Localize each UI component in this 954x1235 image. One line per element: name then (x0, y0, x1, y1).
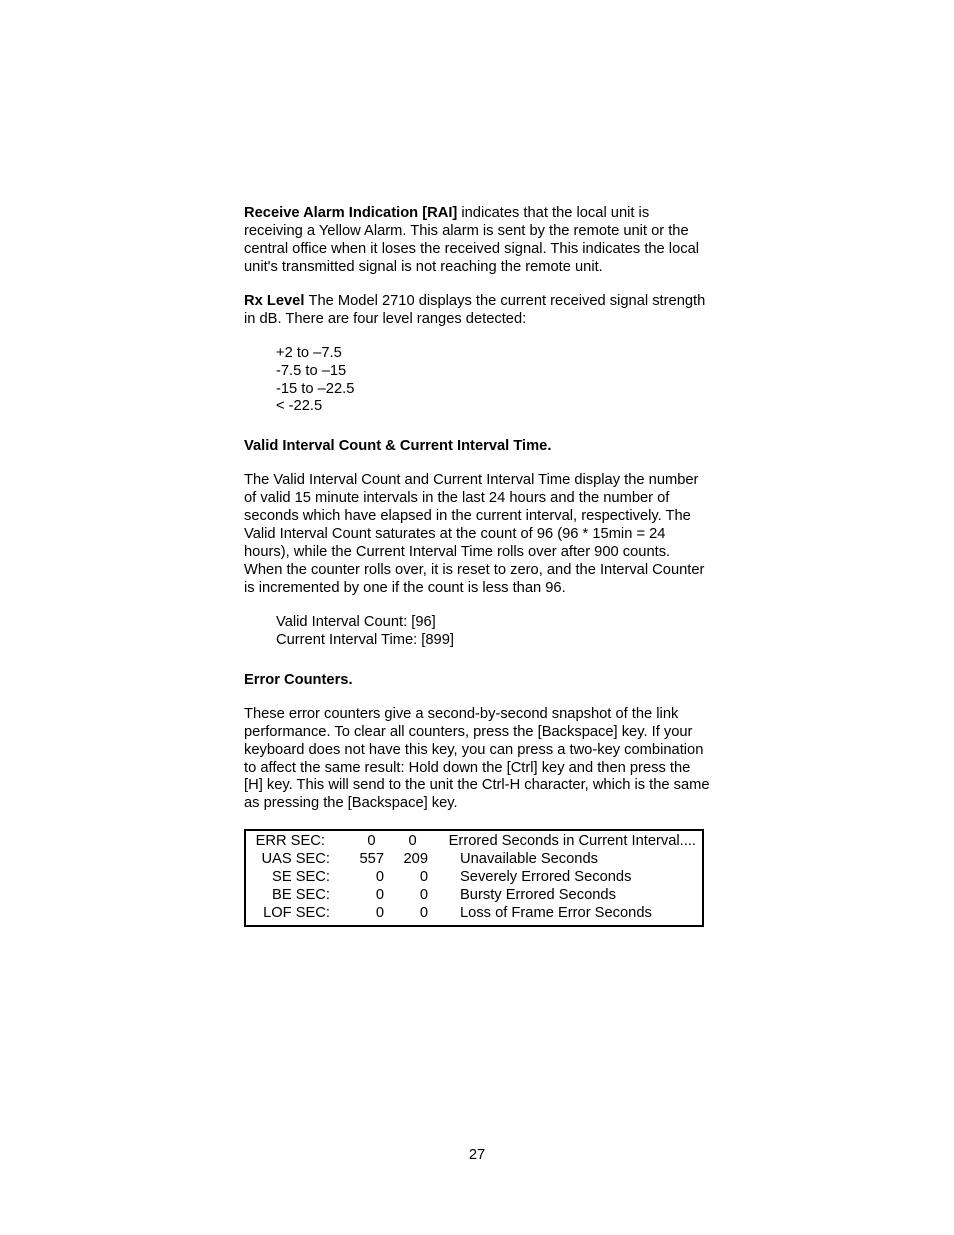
err-v2: 0 (384, 869, 428, 887)
page-number: 27 (0, 1147, 954, 1165)
err-label: ERR SEC: (252, 833, 325, 851)
current-interval-time: Current Interval Time: [899] (276, 632, 710, 650)
error-counter-table: ERR SEC: 0 0 Errored Seconds in Current … (244, 829, 704, 927)
err-desc: Loss of Frame Error Seconds (428, 905, 652, 923)
err-label: BE SEC: (252, 887, 330, 905)
err-v1: 0 (330, 869, 384, 887)
err-v2: 0 (384, 905, 428, 923)
paragraph-valid-interval: The Valid Interval Count and Current Int… (244, 472, 710, 598)
rai-lead: Receive Alarm Indication [RAI] (244, 205, 461, 221)
heading-valid-interval: Valid Interval Count & Current Interval … (244, 438, 710, 456)
err-label: UAS SEC: (252, 851, 330, 869)
err-label: SE SEC: (252, 869, 330, 887)
rx-level-item: < -22.5 (276, 398, 710, 416)
err-v1: 0 (330, 887, 384, 905)
rx-level-item: +2 to –7.5 (276, 345, 710, 363)
err-v2: 0 (384, 887, 428, 905)
rxlevel-text: The Model 2710 displays the current rece… (244, 293, 705, 327)
page: Receive Alarm Indication [RAI] indicates… (0, 0, 954, 1235)
table-row: UAS SEC: 557 209 Unavailable Seconds (252, 851, 696, 869)
err-v2: 209 (384, 851, 428, 869)
err-v1: 0 (325, 833, 376, 851)
err-desc: Errored Seconds in Current Interval.... (417, 833, 696, 851)
err-v1: 0 (330, 905, 384, 923)
err-desc: Severely Errored Seconds (428, 869, 631, 887)
heading-error-counters: Error Counters. (244, 672, 710, 690)
rx-level-list: +2 to –7.5 -7.5 to –15 -15 to –22.5 < -2… (244, 345, 710, 417)
err-desc: Unavailable Seconds (428, 851, 598, 869)
table-row: ERR SEC: 0 0 Errored Seconds in Current … (252, 833, 696, 851)
valid-interval-count: Valid Interval Count: [96] (276, 614, 710, 632)
interval-values: Valid Interval Count: [96] Current Inter… (244, 614, 710, 650)
rx-level-item: -15 to –22.5 (276, 381, 710, 399)
paragraph-error-counters: These error counters give a second-by-se… (244, 706, 710, 814)
rxlevel-lead: Rx Level (244, 293, 309, 309)
paragraph-rai: Receive Alarm Indication [RAI] indicates… (244, 205, 710, 277)
err-v2: 0 (375, 833, 416, 851)
table-row: LOF SEC: 0 0 Loss of Frame Error Seconds (252, 905, 696, 923)
paragraph-rx-level: Rx Level The Model 2710 displays the cur… (244, 293, 710, 329)
err-label: LOF SEC: (252, 905, 330, 923)
table-row: BE SEC: 0 0 Bursty Errored Seconds (252, 887, 696, 905)
table-row: SE SEC: 0 0 Severely Errored Seconds (252, 869, 696, 887)
rx-level-item: -7.5 to –15 (276, 363, 710, 381)
err-v1: 557 (330, 851, 384, 869)
err-desc: Bursty Errored Seconds (428, 887, 616, 905)
